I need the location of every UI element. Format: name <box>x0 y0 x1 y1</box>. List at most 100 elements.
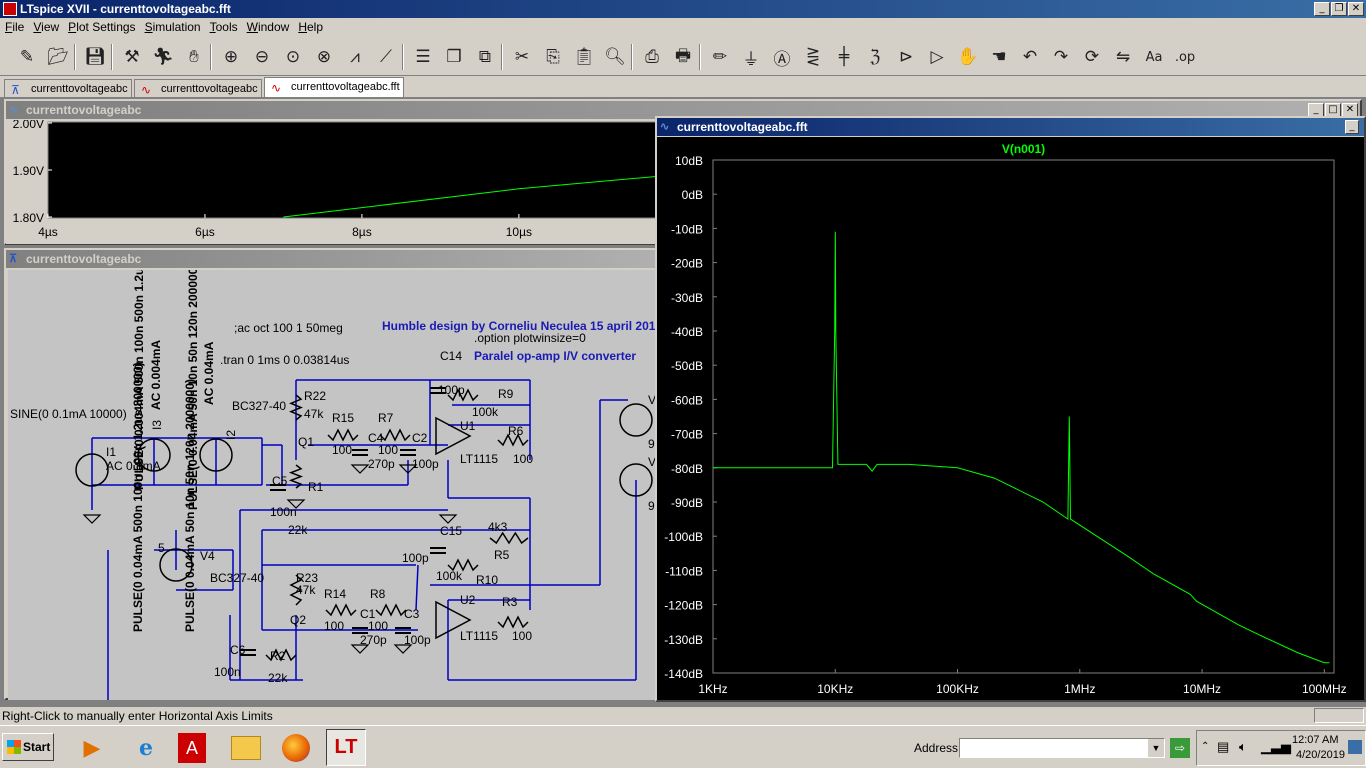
cascade-icon[interactable]: ❐ <box>441 44 467 70</box>
trace-name[interactable]: V(n001) <box>1002 142 1045 156</box>
paste-icon[interactable]: 📋︎ <box>571 44 597 70</box>
schematic-label-r22[interactable]: R22 <box>304 389 326 403</box>
schematic-label-r15v[interactable]: 100 <box>332 443 352 457</box>
fft-plot[interactable]: V(n001) 10dB 0dB -10dB -20dB -30dB -40dB -50dB -… <box>657 137 1364 700</box>
network-icon[interactable]: ▤ <box>1217 739 1229 755</box>
schematic-label-c6v[interactable]: 100n <box>214 665 241 679</box>
schematic-label-c4v[interactable]: 270p <box>368 457 395 471</box>
schematic-label-2[interactable]: .option plotwinsize=0 <box>474 331 586 345</box>
rotate-icon[interactable]: ⟳ <box>1079 44 1105 70</box>
signal-icon[interactable]: ▁▃▅ <box>1261 739 1291 755</box>
schematic-label-c3[interactable]: C3 <box>404 607 420 621</box>
schematic-label-r1v[interactable]: 22k <box>288 523 308 537</box>
firefox-icon[interactable] <box>276 729 316 766</box>
schematic-label-r10v[interactable]: 100k <box>436 569 463 583</box>
capacitor-icon[interactable]: ╪ <box>831 44 857 70</box>
zoom-out-icon[interactable]: ⊖ <box>249 44 275 70</box>
schematic-canvas[interactable]: ;ac oct 100 1 50meg .tran 0 1ms 0 0.03814… <box>8 270 658 700</box>
file-explorer-icon[interactable] <box>226 729 266 766</box>
menu-item-2[interactable]: Plot Settings <box>63 18 139 34</box>
chevron-down-icon[interactable]: ▼ <box>1148 739 1164 757</box>
waveform-maximize-button[interactable]: □ <box>1325 103 1341 117</box>
ltspice-app-icon[interactable] <box>3 2 17 16</box>
schematic-label-r6v[interactable]: 100 <box>513 452 533 466</box>
autorange-icon[interactable]: ⩘ <box>342 44 368 70</box>
zoom-in-icon[interactable]: ⊕ <box>218 44 244 70</box>
schematic-label-r23v[interactable]: 47k <box>296 583 316 597</box>
schematic-label-r10[interactable]: R10 <box>476 573 498 587</box>
schematic-label-c6[interactable]: C6 <box>230 643 246 657</box>
save-icon[interactable]: 💾︎ <box>82 44 108 70</box>
menu-item-3[interactable]: Simulation <box>140 18 205 34</box>
wire-icon[interactable]: ✏ <box>707 44 733 70</box>
ground-icon[interactable]: ⏚ <box>738 44 764 70</box>
schematic-label-c1v[interactable]: 270p <box>360 633 387 647</box>
schematic-label-c15[interactable]: C15 <box>440 524 462 538</box>
schematic-label-c2[interactable]: C2 <box>412 431 428 445</box>
schematic-label-nine_a[interactable]: 9 <box>648 437 655 451</box>
schematic-label-bc2[interactable]: BC327-40 <box>210 571 264 585</box>
schematic-label-five[interactable]: 5 <box>158 541 165 555</box>
print-setup-icon[interactable]: 🖶︎ <box>670 44 696 70</box>
schematic-label-sine[interactable]: SINE(0 0.1mA 10000) <box>10 407 127 421</box>
schematic-label-pulse_v4b[interactable]: PULSE(0 0.04mA 50n 10n 50n 120n 2000000) <box>183 379 197 632</box>
show-desktop-icon[interactable] <box>1348 740 1362 754</box>
menu-item-0[interactable]: File <box>0 18 28 34</box>
schematic-label-c3v[interactable]: 100p <box>404 633 431 647</box>
new-schematic-icon[interactable]: ✎ <box>14 44 40 70</box>
marker-icon[interactable]: ⟋ <box>373 44 399 70</box>
drag-icon[interactable]: ☚ <box>986 44 1012 70</box>
zoom-cancel-icon[interactable]: ⊗ <box>311 44 337 70</box>
close-button[interactable]: ✕ <box>1348 2 1364 16</box>
menu-item-5[interactable]: Window <box>242 18 294 34</box>
schematic-label-ac2[interactable]: AC 0.04mA <box>202 341 216 405</box>
schematic-label-r5[interactable]: R5 <box>494 548 510 562</box>
schematic-label-i3[interactable]: I3 <box>150 420 164 430</box>
waveform-close-button[interactable]: ✕ <box>1342 103 1358 117</box>
schematic-label-c5v[interactable]: 100n <box>270 505 297 519</box>
resistor-icon[interactable]: ⋛ <box>800 44 826 70</box>
tile-horizontal-icon[interactable]: ☰ <box>410 44 436 70</box>
pdf-reader-icon[interactable]: A <box>172 729 212 766</box>
restore-button[interactable]: ❐ <box>1331 2 1347 16</box>
schematic-label-c2v[interactable]: 100p <box>412 457 439 471</box>
menu-item-4[interactable]: Tools <box>205 18 242 34</box>
schematic-label-c5[interactable]: C5 <box>272 474 288 488</box>
schematic-label-r6[interactable]: R6 <box>508 424 524 438</box>
fft-window[interactable]: ∿ currenttovoltageabc.fft _ V(n001) 10dB 0… <box>655 116 1366 702</box>
schematic-label-c15v[interactable]: 100p <box>402 551 429 565</box>
diode-icon[interactable]: ⊳ <box>893 44 919 70</box>
schematic-label-bc1[interactable]: BC327-40 <box>232 399 286 413</box>
undo-icon[interactable]: ↶ <box>1017 44 1043 70</box>
schematic-label-pulse_v4a[interactable]: PULSE(0 0.04mA 500n 100n 500n 1.2us 8000… <box>131 362 145 632</box>
tab-fft[interactable]: ∿ currenttovoltageabc.fft <box>264 77 404 97</box>
menu-item-1[interactable]: View <box>28 18 63 34</box>
schematic-label-r2[interactable]: R2 <box>270 649 286 663</box>
schematic-label-r9[interactable]: R9 <box>498 387 514 401</box>
chevron-up-icon[interactable]: ⌃ <box>1201 741 1209 752</box>
zoom-full-icon[interactable]: ⊙ <box>280 44 306 70</box>
minimize-button[interactable]: _ <box>1314 2 1330 16</box>
menu-item-6[interactable]: Help <box>293 18 327 34</box>
address-input[interactable]: ▼ <box>959 738 1165 758</box>
halt-icon[interactable]: ✋︎ <box>181 44 207 70</box>
schematic-label-u1[interactable]: U1 <box>460 419 476 433</box>
copy-icon[interactable]: ⎘ <box>540 44 566 70</box>
move-icon[interactable]: ✋ <box>955 44 981 70</box>
waveform-minimize-button[interactable]: _ <box>1308 103 1324 117</box>
schematic-label-r8v[interactable]: 100 <box>368 619 388 633</box>
media-player-icon[interactable]: ▶ <box>72 729 112 766</box>
schematic-label-0[interactable]: ;ac oct 100 1 50meg <box>234 321 343 335</box>
schematic-label-r14[interactable]: R14 <box>324 587 346 601</box>
find-icon[interactable]: 🔍︎ <box>602 44 628 70</box>
run-icon[interactable]: 🏃︎ <box>150 44 176 70</box>
ltspice-icon[interactable]: LT <box>326 729 366 766</box>
label-icon[interactable]: Ⓐ <box>769 44 795 70</box>
schematic-label-1[interactable]: Paralel op-amp I/V converter <box>474 349 636 363</box>
schematic-label-r22v[interactable]: 47k <box>304 407 324 421</box>
control-panel-icon[interactable]: ⚒ <box>119 44 145 70</box>
schematic-label-ac1[interactable]: AC 0.004mA <box>149 340 163 410</box>
internet-explorer-icon[interactable]: e <box>126 729 166 766</box>
go-button[interactable]: ⇨ <box>1170 738 1190 758</box>
schematic-label-r7[interactable]: R7 <box>378 411 394 425</box>
